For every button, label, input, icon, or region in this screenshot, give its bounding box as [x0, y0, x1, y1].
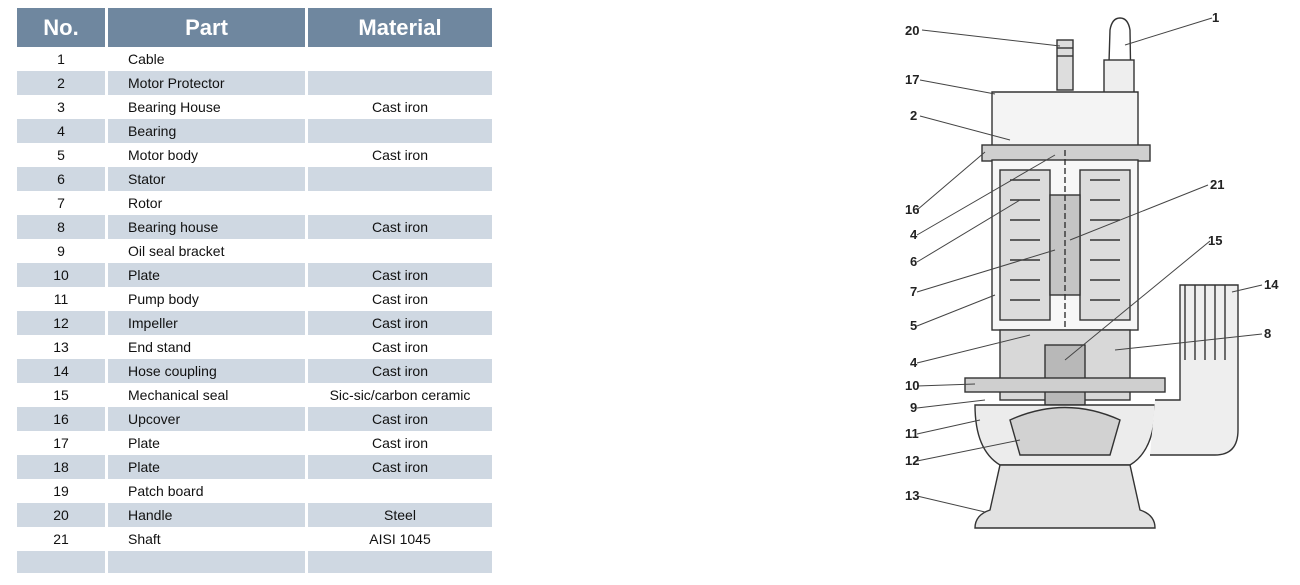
upcover-flange: [981, 144, 1151, 162]
callout-label: 12: [905, 453, 919, 468]
mechanical-seal: [1044, 344, 1086, 406]
callout-label: 9: [910, 400, 917, 415]
callout-label: 10: [905, 378, 919, 393]
end-stand: [974, 464, 1156, 529]
top-cover: [991, 91, 1139, 151]
stator-left: [999, 169, 1051, 321]
callout-label: 4: [910, 227, 918, 242]
callout-label: 20: [905, 23, 919, 38]
callout-label: 11: [905, 426, 919, 441]
callout-label: 6: [910, 254, 917, 269]
callout-label: 7: [910, 284, 917, 299]
pump-cross-section-diagram: 201172164216157 14584109111213: [905, 10, 1279, 529]
callout-label: 16: [905, 202, 919, 217]
callout-label: 8: [1264, 326, 1271, 341]
plate: [964, 377, 1166, 393]
callout-label: 1: [1212, 10, 1219, 25]
impeller: [1009, 406, 1121, 456]
callout-label: 13: [905, 488, 919, 503]
pump-drawing: [964, 17, 1239, 529]
callout-label: 21: [1210, 177, 1224, 192]
callout-label: 14: [1264, 277, 1279, 292]
callout-label: 4: [910, 355, 918, 370]
callout-label: 5: [910, 318, 917, 333]
callout-label: 17: [905, 72, 919, 87]
callout-label: 2: [910, 108, 917, 123]
callout-label: 15: [1208, 233, 1222, 248]
stator-right: [1079, 169, 1131, 321]
